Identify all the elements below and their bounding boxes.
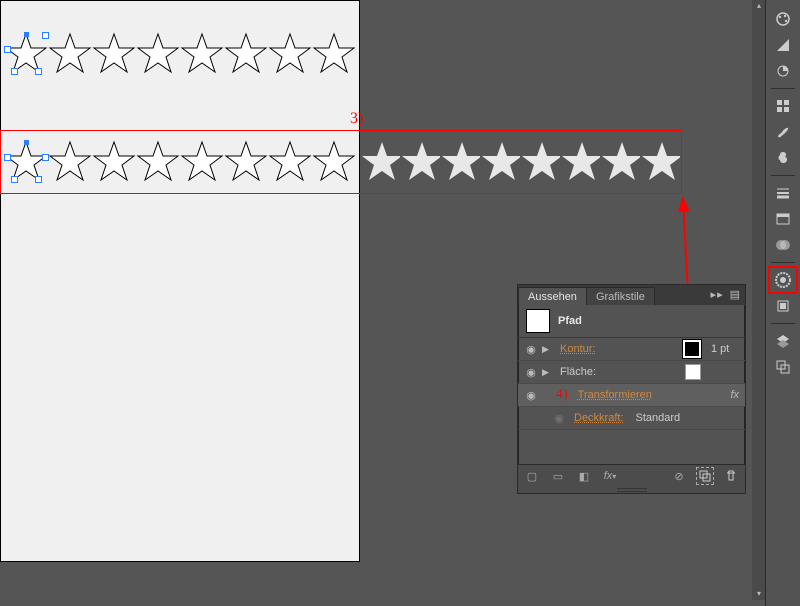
align-icon[interactable]	[769, 206, 797, 232]
panel-resize-grip[interactable]	[518, 487, 745, 493]
stroke-icon[interactable]	[769, 180, 797, 206]
appearance-target-label: Pfad	[558, 315, 582, 327]
disclosure-triangle[interactable]: ▶	[542, 344, 552, 355]
appearance-row-fill[interactable]: ◉ ▶ Fläche:	[518, 361, 745, 384]
opacity-value: Standard	[636, 412, 681, 424]
tab-graphic-styles[interactable]: Grafikstile	[586, 287, 655, 305]
appearance-icon[interactable]	[769, 267, 797, 293]
opacity-label[interactable]: Deckkraft:	[574, 412, 624, 424]
add-effect-icon[interactable]: fx▾	[602, 468, 618, 484]
fill-swatch[interactable]	[685, 364, 701, 380]
layers-icon[interactable]	[769, 328, 797, 354]
vertical-scrollbar[interactable]: ▴ ▾	[752, 0, 766, 600]
annotation-box-3	[0, 130, 682, 194]
transparency-icon[interactable]	[769, 232, 797, 258]
symbols-icon[interactable]	[769, 145, 797, 171]
visibility-toggle[interactable]: ◉	[524, 388, 538, 402]
transform-effect-label[interactable]: Transformieren	[578, 389, 652, 401]
swatches-icon[interactable]	[769, 58, 797, 84]
new-art-toggle-icon[interactable]: ▢	[524, 468, 540, 484]
appearance-panel-footer: ▢ ▭ ◧ fx▾ ⊘	[518, 464, 745, 487]
panel-flyout-menu[interactable]: ▸▸▤	[711, 288, 741, 301]
graphic-styles-icon[interactable]	[769, 293, 797, 319]
visibility-toggle[interactable]: ◉	[552, 411, 566, 425]
duplicate-item-icon[interactable]	[697, 468, 713, 484]
stroke-swatch[interactable]	[683, 340, 701, 358]
gradient-icon[interactable]	[769, 32, 797, 58]
appearance-row-transform[interactable]: ◉ ▶ 4) Transformieren fx	[518, 384, 745, 407]
panel-dock	[765, 0, 800, 606]
delete-item-icon[interactable]	[723, 468, 739, 484]
selection-handles	[4, 32, 48, 76]
pathfinder-icon[interactable]	[769, 93, 797, 119]
artboard[interactable]	[0, 0, 360, 562]
appearance-thumb	[526, 309, 550, 333]
artboards-icon[interactable]	[769, 354, 797, 380]
visibility-toggle[interactable]: ◉	[524, 365, 538, 379]
visibility-toggle[interactable]: ◉	[524, 342, 538, 356]
star-row-original[interactable]	[4, 32, 356, 76]
add-stroke-icon[interactable]: ▭	[550, 468, 566, 484]
fill-label: Fläche:	[560, 366, 596, 378]
appearance-target-row: Pfad	[518, 305, 745, 338]
brushes-icon[interactable]	[769, 119, 797, 145]
scroll-down-button[interactable]: ▾	[752, 588, 766, 600]
tab-appearance[interactable]: Aussehen	[518, 287, 587, 305]
add-fill-icon[interactable]: ◧	[576, 468, 592, 484]
panel-tabs: Aussehen Grafikstile ▸▸▤	[518, 285, 745, 305]
annotation-label-3: 3)	[350, 110, 363, 128]
clear-appearance-icon[interactable]: ⊘	[671, 468, 687, 484]
color-palette-icon[interactable]	[769, 6, 797, 32]
scroll-up-button[interactable]: ▴	[752, 0, 766, 12]
stroke-label[interactable]: Kontur:	[560, 343, 595, 355]
appearance-row-opacity[interactable]: ◉ Deckkraft: Standard	[518, 407, 745, 430]
effect-fx-indicator[interactable]: fx	[730, 389, 739, 401]
appearance-row-stroke[interactable]: ◉ ▶ Kontur: 1 pt	[518, 338, 745, 361]
appearance-panel[interactable]: Aussehen Grafikstile ▸▸▤ Pfad ◉ ▶ Kontur…	[517, 284, 746, 494]
disclosure-triangle[interactable]: ▶	[542, 367, 552, 378]
annotation-label-4: 4)	[556, 387, 568, 403]
stroke-weight-value[interactable]: 1 pt	[711, 343, 739, 355]
